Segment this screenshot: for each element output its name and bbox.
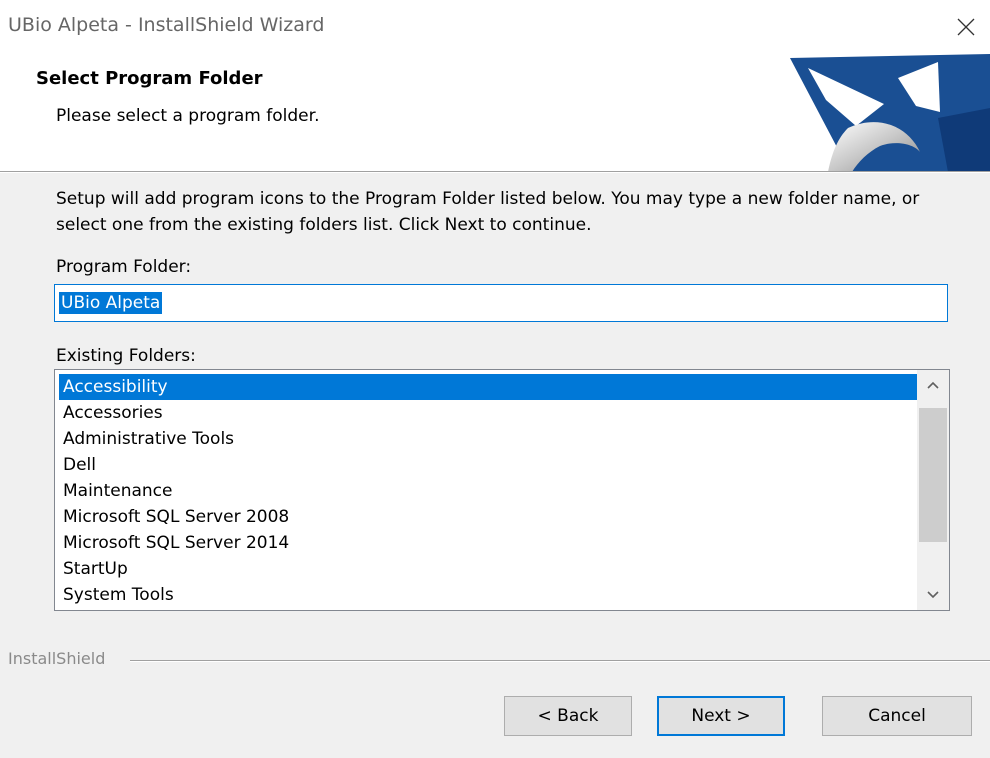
back-button[interactable]: < Back bbox=[504, 696, 632, 736]
list-item[interactable]: Microsoft SQL Server 2008 bbox=[59, 504, 917, 530]
cancel-button[interactable]: Cancel bbox=[822, 696, 972, 736]
instructions-text: Setup will add program icons to the Prog… bbox=[56, 189, 920, 235]
list-item[interactable]: Maintenance bbox=[59, 478, 917, 504]
scroll-down-button[interactable] bbox=[917, 582, 949, 608]
list-item[interactable]: Accessibility bbox=[59, 374, 917, 400]
vertical-scrollbar[interactable] bbox=[917, 370, 949, 610]
program-folder-value: UBio Alpeta bbox=[59, 292, 163, 314]
page-subtitle: Please select a program folder. bbox=[56, 106, 320, 126]
window-title: UBio Alpeta - InstallShield Wizard bbox=[8, 14, 325, 36]
wizard-header: Select Program Folder Please select a pr… bbox=[0, 54, 990, 172]
program-folder-input[interactable]: UBio Alpeta bbox=[54, 284, 948, 322]
installshield-brand-label: InstallShield bbox=[8, 649, 106, 668]
close-icon bbox=[957, 18, 975, 36]
scrollbar-thumb[interactable] bbox=[919, 408, 947, 542]
existing-folders-list[interactable]: Accessibility Accessories Administrative… bbox=[54, 369, 950, 611]
existing-folders-label: Existing Folders: bbox=[56, 346, 196, 366]
installshield-logo-icon bbox=[790, 54, 990, 172]
existing-folders-items: Accessibility Accessories Administrative… bbox=[59, 374, 917, 608]
chevron-up-icon bbox=[927, 381, 939, 389]
list-item[interactable]: System Tools bbox=[59, 582, 917, 608]
chevron-down-icon bbox=[927, 591, 939, 599]
list-item[interactable]: StartUp bbox=[59, 556, 917, 582]
next-button[interactable]: Next > bbox=[657, 696, 785, 736]
page-title: Select Program Folder bbox=[36, 68, 263, 89]
header-divider-highlight bbox=[0, 172, 990, 173]
list-item[interactable]: Dell bbox=[59, 452, 917, 478]
footer-divider-highlight bbox=[130, 661, 990, 662]
list-item[interactable]: Microsoft SQL Server 2014 bbox=[59, 530, 917, 556]
close-button[interactable] bbox=[942, 4, 990, 50]
list-item[interactable]: Accessories bbox=[59, 400, 917, 426]
scroll-up-button[interactable] bbox=[917, 372, 949, 398]
program-folder-label: Program Folder: bbox=[56, 257, 192, 277]
list-item[interactable]: Administrative Tools bbox=[59, 426, 917, 452]
